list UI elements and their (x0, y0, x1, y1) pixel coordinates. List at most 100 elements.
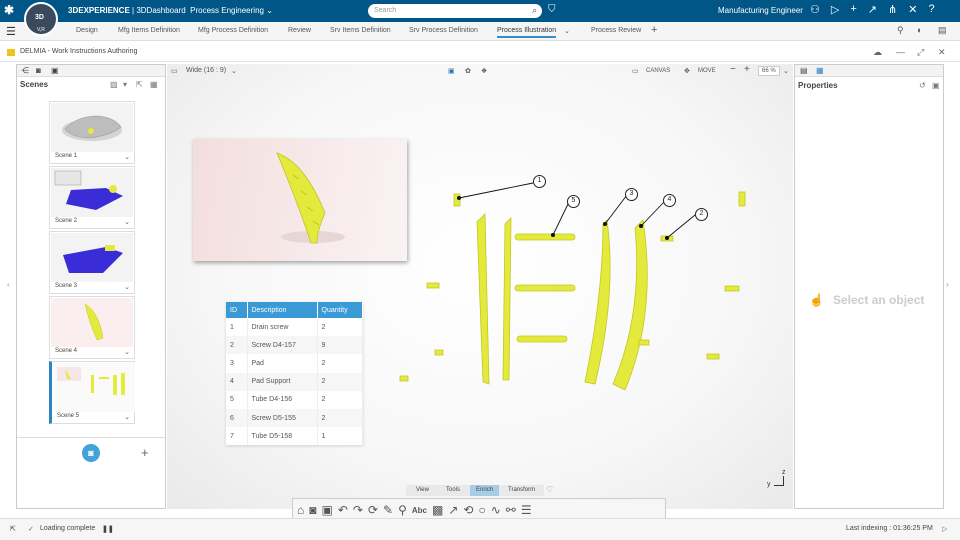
capture-scene-button[interactable]: ◙ (82, 444, 100, 462)
chevron-down-icon[interactable]: ⌄ (124, 348, 130, 356)
compass-widget[interactable]: 3D V,R (24, 2, 58, 36)
redo-icon[interactable]: ↷ (353, 503, 363, 517)
maximize-icon[interactable]: ⤢ (917, 47, 924, 58)
tab-review[interactable]: Review (288, 27, 311, 34)
image-icon[interactable]: ▨ (110, 80, 118, 89)
exploded-assembly[interactable] (167, 64, 793, 509)
section-tab-tools[interactable]: Tools (446, 487, 460, 493)
save-icon[interactable]: ▣ (932, 81, 940, 90)
undo-icon[interactable]: ↶ (338, 503, 348, 517)
section-tab-enrich[interactable]: Enrich (470, 485, 500, 496)
callout-balloon[interactable]: 4 (663, 194, 676, 207)
scene-card[interactable]: Scene 1 ⌄ (49, 101, 135, 164)
chevron-down-icon[interactable]: ⌄ (124, 413, 130, 421)
chevron-down-icon[interactable]: ⌄ (124, 283, 130, 291)
share-icon[interactable]: ↗ (868, 3, 877, 16)
update-icon[interactable]: ⟳ (368, 503, 378, 517)
3d-viewport[interactable]: ▭ Wide (16 : 9) ⌄ ▣ ✿ ❖ ▭ CANVAS ✥ MOVE … (167, 64, 793, 522)
scene-thumbnail (51, 168, 133, 217)
zoom-search-icon[interactable]: ⚲ (897, 25, 904, 36)
camera-icon: ◙ (88, 448, 94, 458)
pause-icon[interactable]: ❚❚ (102, 525, 114, 533)
menu-icon[interactable]: ☰ (6, 25, 16, 38)
callout-leader (666, 214, 696, 239)
play-icon[interactable]: ▷ (831, 3, 839, 16)
search-input[interactable]: Search ⌕ (368, 4, 542, 18)
save-icon[interactable]: ▣ (322, 503, 333, 517)
chevron-down-icon[interactable]: ⌄ (124, 153, 130, 161)
circle-icon[interactable]: ○ (478, 503, 485, 517)
scene-card[interactable]: Scene 4 ⌄ (49, 296, 135, 359)
grid-icon[interactable]: ▦ (150, 80, 158, 89)
scene-card[interactable]: Scene 2 ⌄ (49, 166, 135, 229)
scene-card[interactable]: Scene 3 ⌄ (49, 231, 135, 294)
section-tab-view[interactable]: View (416, 487, 429, 493)
favorite-heart-icon[interactable]: ♡ (546, 485, 553, 494)
chevron-down-icon[interactable]: ⌄ (564, 27, 570, 35)
capture-icon[interactable]: ◙ (309, 503, 316, 517)
table-tab-icon[interactable]: ▤ (800, 66, 808, 75)
balloon-icon[interactable]: ✎ (383, 503, 393, 517)
close-icon[interactable]: ✕ (938, 47, 946, 58)
callout-balloon[interactable]: 5 (567, 195, 580, 208)
magnifier-note-icon[interactable]: ⚲ (398, 503, 407, 517)
callout-balloon[interactable]: 2 (695, 208, 708, 221)
cloud-icon[interactable]: ☁ (873, 47, 882, 58)
search-icon[interactable]: ⌕ (532, 5, 537, 16)
tab-design[interactable]: Design (76, 27, 98, 34)
add-tab-icon[interactable]: + (651, 24, 657, 36)
scene-thumbnail (53, 363, 135, 412)
brand-name: 3DEXPERIENCE (68, 6, 130, 15)
align-icon[interactable]: ☰ (521, 503, 532, 517)
home-icon[interactable]: ⌂ (297, 503, 304, 517)
tag-icon[interactable]: ⛉ (548, 4, 556, 15)
rotate-icon[interactable]: ⟲ (463, 503, 473, 517)
tab-srv-items[interactable]: Srv Items Definition (330, 27, 391, 34)
tab-process-illustration[interactable]: Process Illustration (497, 27, 557, 38)
camera-tab-icon[interactable]: ◙ (36, 66, 41, 75)
user-icon[interactable]: ⚇ (810, 3, 820, 16)
section-tab-transform[interactable]: Transform (508, 487, 535, 493)
scene-card[interactable]: Scene 5 ⌄ (49, 361, 135, 424)
collapse-left-icon[interactable]: ‹ (7, 280, 10, 289)
user-role[interactable]: Manufacturing Engineer (718, 6, 803, 15)
tree-icon[interactable]: ⋲ (21, 66, 29, 75)
callout-balloon[interactable]: 3 (625, 188, 638, 201)
arrow-icon[interactable]: ↗ (448, 503, 458, 517)
help-icon[interactable]: ? (928, 3, 934, 16)
screw-part (706, 353, 720, 360)
curve-icon[interactable]: ∿ (491, 503, 501, 517)
pointer-icon[interactable]: ⇱ (136, 80, 143, 89)
expand-arrow-icon[interactable]: ▷ (942, 525, 947, 533)
text-icon[interactable]: Abc (412, 506, 427, 515)
add-scene-button[interactable]: + (141, 445, 149, 460)
top-bar: ✱ 3DEXPERIENCE | 3DDashboard Process Eng… (0, 0, 960, 22)
tools-icon[interactable]: ✕ (908, 3, 917, 16)
scene-tab-icon[interactable]: ▣ (51, 66, 59, 75)
dashboard-selector[interactable]: Process Engineering (190, 6, 264, 15)
collapse-right-icon[interactable]: › (946, 280, 949, 289)
network-icon[interactable]: ⋔ (888, 3, 897, 16)
properties-tab-icon[interactable]: ▦ (816, 66, 824, 75)
callout-leader (640, 201, 665, 227)
callout-balloon[interactable]: 1 (533, 175, 546, 188)
tab-mfg-process[interactable]: Mfg Process Definition (198, 27, 268, 34)
comment-icon[interactable]: ▤ (938, 25, 947, 36)
toggle-icon[interactable]: ◐ (917, 25, 922, 35)
chevron-down-icon[interactable]: ▾ (123, 80, 127, 89)
chevron-down-icon[interactable]: ⌄ (124, 218, 130, 226)
minimize-icon[interactable]: — (896, 47, 905, 57)
action-bar-sections: View Tools Enrich Transform (406, 485, 544, 496)
window-title-bar: DELMIA - Work Instructions Authoring ☁ —… (0, 44, 960, 62)
chevron-down-icon[interactable]: ⌄ (266, 6, 273, 15)
scene-label: Scene 3 (55, 283, 78, 289)
image-insert-icon[interactable]: ▩ (432, 503, 443, 517)
link-icon[interactable]: ⚯ (506, 503, 516, 517)
pointer-mode-icon[interactable]: ⇱ (10, 525, 16, 533)
tab-process-review[interactable]: Process Review (591, 27, 641, 34)
refresh-icon[interactable]: ↺ (919, 81, 926, 90)
brand-dashboard-label: | 3DDashboard (129, 6, 186, 15)
tab-mfg-items[interactable]: Mfg Items Definition (118, 27, 180, 34)
add-icon[interactable]: + (850, 3, 856, 16)
tab-srv-process[interactable]: Srv Process Definition (409, 27, 478, 34)
